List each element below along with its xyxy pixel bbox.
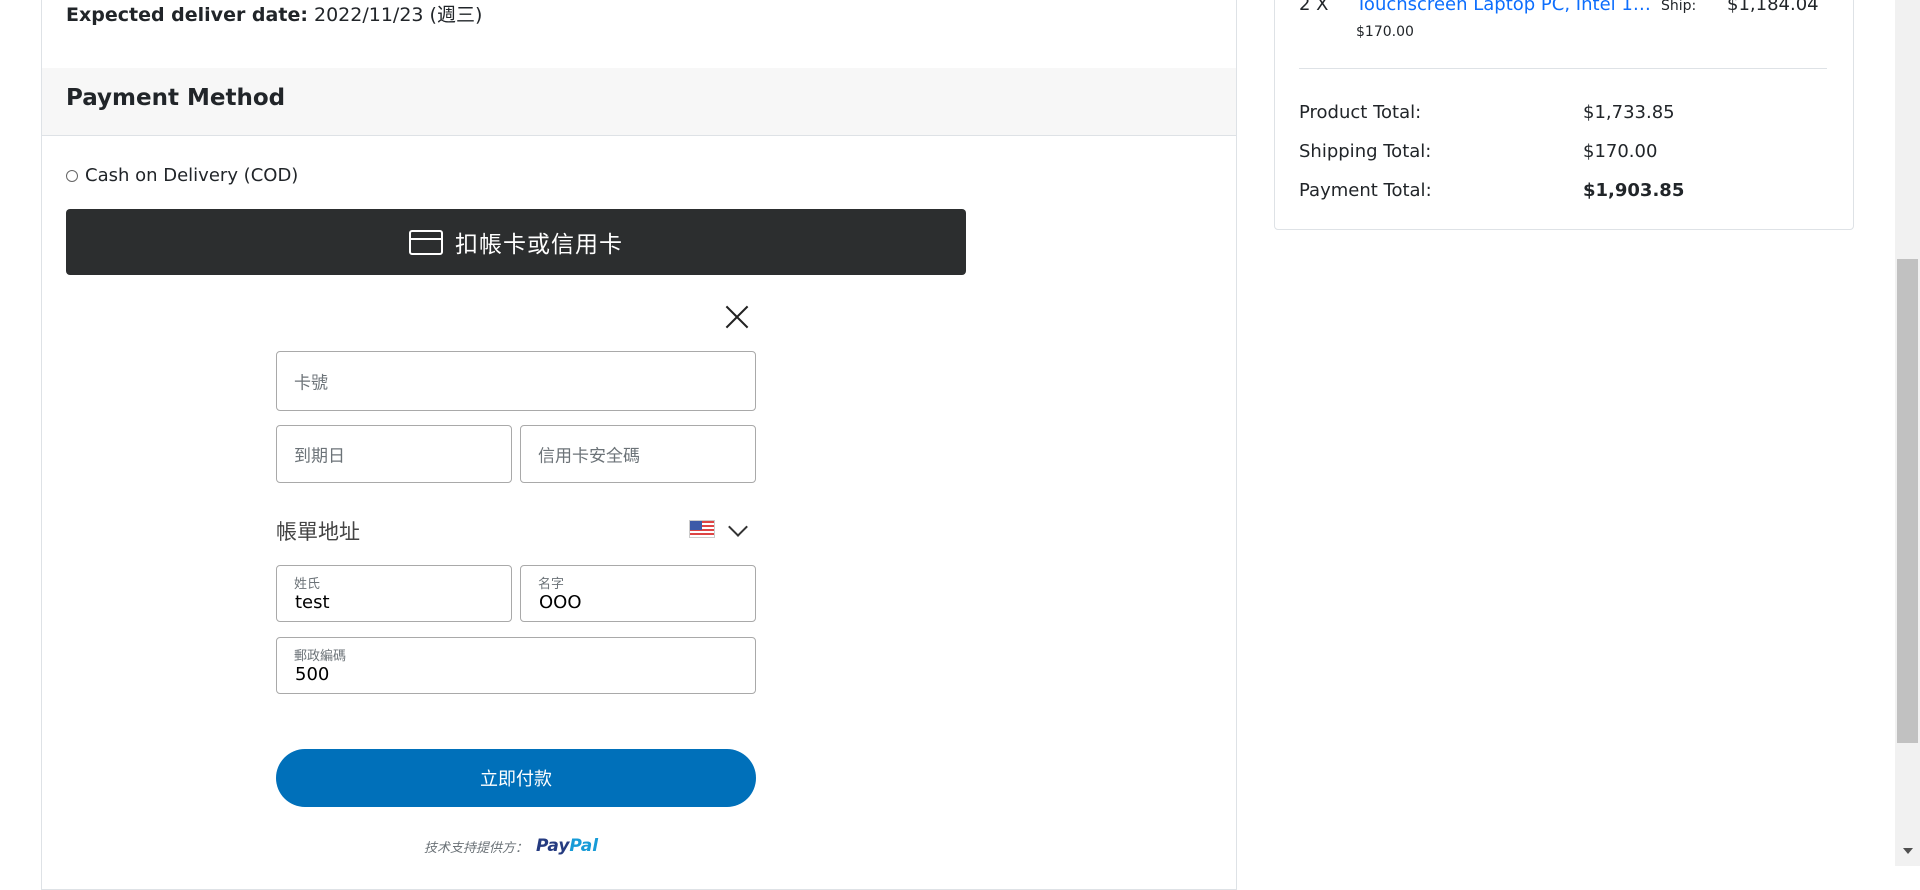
last-name-field[interactable]: 姓氏 test: [276, 565, 512, 622]
postal-code-field[interactable]: 郵政編碼 500: [276, 637, 756, 694]
cvv-field[interactable]: 信用卡安全碼: [520, 425, 756, 483]
payment-total-value: $1,903.85: [1583, 180, 1685, 201]
powered-by-text: 技术支持提供方：: [424, 840, 529, 856]
cod-label: Cash on Delivery (COD): [85, 165, 299, 186]
payment-total-label: Payment Total:: [1299, 180, 1432, 201]
pay-now-button[interactable]: 立即付款: [276, 749, 756, 807]
item-price: $1,184.04: [1727, 0, 1819, 15]
us-flag-icon[interactable]: [689, 520, 715, 538]
card-number-placeholder: 卡號: [294, 373, 328, 394]
item-quantity: 2 X: [1299, 0, 1329, 15]
scroll-down-arrow-icon[interactable]: [1903, 848, 1913, 854]
expected-deliver-date: Expected deliver date: 2022/11/23 (週三): [66, 0, 482, 27]
last-name-label: 姓氏: [294, 577, 321, 592]
cod-radio[interactable]: [66, 169, 78, 182]
close-icon[interactable]: [724, 304, 750, 330]
first-name-field[interactable]: 名字 OOO: [520, 565, 756, 622]
payment-method-title: Payment Method: [66, 85, 286, 111]
item-name-link[interactable]: Touchscreen Laptop PC, Intel 10th...: [1356, 0, 1656, 15]
debit-credit-card-button[interactable]: 扣帳卡或信用卡: [66, 209, 966, 275]
card-number-field[interactable]: 卡號: [276, 351, 756, 411]
card-button-label: 扣帳卡或信用卡: [455, 232, 623, 258]
cod-option[interactable]: Cash on Delivery (COD): [66, 165, 298, 186]
expiry-placeholder: 到期日: [294, 446, 345, 467]
shipping-total-label: Shipping Total:: [1299, 141, 1432, 162]
item-ship-label: Ship:: [1661, 0, 1697, 14]
product-total-value: $1,733.85: [1583, 102, 1675, 123]
postal-code-label: 郵政編碼: [294, 649, 347, 664]
item-ship-value: $170.00: [1356, 24, 1414, 40]
paypal-logo: PayPal: [536, 836, 599, 856]
postal-code-value: 500: [295, 664, 330, 685]
deliver-value: 2022/11/23 (週三): [313, 4, 483, 26]
summary-divider: [1299, 68, 1827, 69]
scrollbar-thumb[interactable]: [1897, 259, 1918, 743]
first-name-value: OOO: [539, 592, 582, 613]
cvv-placeholder: 信用卡安全碼: [538, 446, 640, 467]
shipping-total-value: $170.00: [1583, 141, 1658, 162]
expiry-field[interactable]: 到期日: [276, 425, 512, 483]
last-name-value: test: [295, 592, 330, 613]
payment-method-header: Payment Method: [42, 68, 1236, 136]
powered-by-paypal: 技术支持提供方： PayPal: [424, 836, 598, 856]
deliver-label: Expected deliver date:: [66, 4, 308, 26]
credit-card-icon: [409, 229, 443, 255]
first-name-label: 名字: [538, 577, 565, 592]
product-total-label: Product Total:: [1299, 102, 1422, 123]
billing-address-title: 帳單地址: [276, 520, 360, 544]
